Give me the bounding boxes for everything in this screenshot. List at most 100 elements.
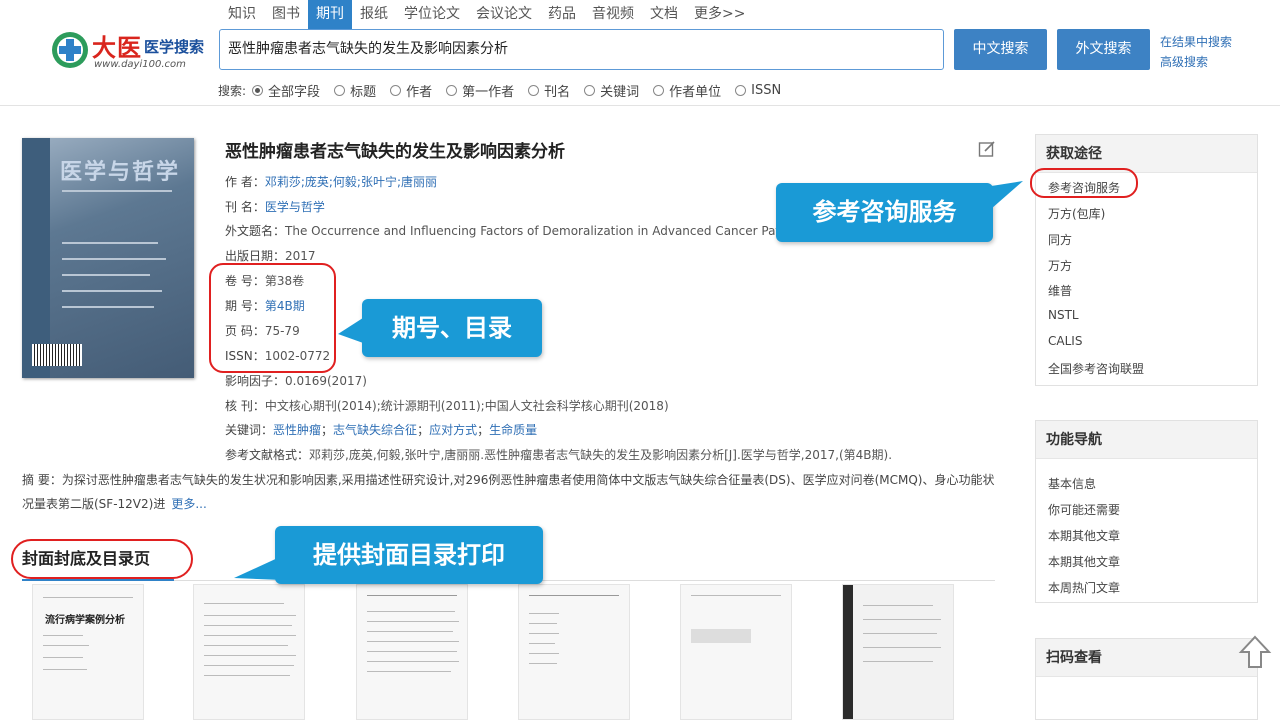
journal-link[interactable]: 医学与哲学 — [265, 200, 325, 214]
toc-page-thumbnail[interactable] — [518, 584, 630, 720]
access-item[interactable]: 全国参考咨询联盟 — [1048, 360, 1144, 377]
tab-conference[interactable]: 会议论文 — [468, 0, 540, 29]
tab-documents[interactable]: 文档 — [642, 0, 686, 29]
tab-newspapers[interactable]: 报纸 — [352, 0, 396, 29]
access-item[interactable]: 维普 — [1048, 282, 1072, 299]
radio-icon — [528, 84, 540, 96]
abstract: 摘 要：为探讨恶性肿瘤患者志气缺失的发生状况和影响因素,采用描述性研究设计,对2… — [22, 473, 995, 511]
tab-books[interactable]: 图书 — [264, 0, 308, 29]
filter-title[interactable]: 标题 — [334, 81, 376, 100]
access-item[interactable]: 同方 — [1048, 231, 1072, 248]
foreign-search-button[interactable]: 外文搜索 — [1057, 29, 1150, 70]
cover-rule — [62, 290, 162, 292]
filter-first-author[interactable]: 第一作者 — [446, 81, 514, 100]
logo-brand: 大医 — [92, 34, 142, 62]
highlight-ring — [1030, 168, 1138, 198]
logo[interactable]: 大医 医学搜索 www.dayi100.com — [50, 26, 215, 74]
toc-page-thumbnail[interactable] — [193, 584, 305, 720]
radio-icon — [446, 84, 458, 96]
tab-drugs[interactable]: 药品 — [540, 0, 584, 29]
logo-url: www.dayi100.com — [94, 59, 186, 70]
impact-row: 影响因子：0.0169(2017) — [225, 374, 367, 388]
authors-row: 作 者：邓莉莎;庞英;何毅;张叶宁;唐丽丽 — [225, 175, 438, 189]
cover-spine — [22, 138, 50, 378]
filters-label: 搜索: — [218, 83, 247, 98]
function-nav-title: 功能导航 — [1036, 421, 1257, 459]
search-input[interactable]: 恶性肿瘤患者志气缺失的发生及影响因素分析 — [219, 29, 944, 70]
highlight-ring — [11, 539, 193, 579]
radio-icon — [334, 84, 346, 96]
back-to-top-icon[interactable] — [1238, 634, 1272, 670]
function-nav-item[interactable]: 本期其他文章 — [1048, 553, 1120, 570]
article-title: 恶性肿瘤患者志气缺失的发生及影响因素分析 — [225, 142, 565, 162]
access-item[interactable]: 万方(包库) — [1048, 205, 1105, 222]
journal-row: 刊 名：医学与哲学 — [225, 200, 325, 214]
filter-keyword[interactable]: 关键词 — [584, 81, 639, 100]
cover-rule — [62, 258, 166, 260]
nav-tabs: 知识 图书 期刊 报纸 学位论文 会议论文 药品 音视频 文档 更多>> — [220, 0, 753, 29]
function-nav-item[interactable]: 你可能还需要 — [1048, 501, 1120, 518]
section-underline — [22, 579, 174, 581]
citation-row: 参考文献格式：邓莉莎,庞英,何毅,张叶宁,唐丽丽.恶性肿瘤患者志气缺失的发生及影… — [225, 448, 893, 462]
radio-selected-icon — [252, 84, 264, 96]
access-item[interactable]: CALIS — [1048, 334, 1082, 348]
tab-theses[interactable]: 学位论文 — [396, 0, 468, 29]
qr-panel-title: 扫码查看 — [1036, 639, 1257, 677]
cover-rule — [62, 242, 158, 244]
journal-cover[interactable]: 医学与哲学 — [22, 138, 194, 378]
callout-pointer — [985, 181, 1023, 209]
search-field-filters: 搜索: 全部字段 标题 作者 第一作者 刊名 关键词 作者单位 ISSN — [218, 81, 795, 100]
filter-journal[interactable]: 刊名 — [528, 81, 570, 100]
function-nav-item[interactable]: 本周热门文章 — [1048, 579, 1120, 596]
abstract-more-link[interactable]: 更多... — [171, 497, 206, 511]
barcode-icon — [32, 344, 82, 366]
callout-pointer — [338, 316, 366, 344]
radio-icon — [584, 84, 596, 96]
top-bar: 大医 医学搜索 www.dayi100.com 知识 图书 期刊 报纸 学位论文… — [0, 0, 1280, 106]
radio-icon — [390, 84, 402, 96]
function-nav-panel: 功能导航 基本信息 你可能还需要 本期其他文章 本期其他文章 本周热门文章 — [1035, 420, 1258, 603]
tab-knowledge[interactable]: 知识 — [220, 0, 264, 29]
logo-sub: 医学搜索 — [144, 38, 205, 56]
toc-page-thumbnail[interactable] — [356, 584, 468, 720]
cover-title: 医学与哲学 — [60, 160, 181, 185]
tab-media[interactable]: 音视频 — [584, 0, 642, 29]
logo-cross-icon — [52, 32, 88, 68]
toc-page-thumbnail[interactable]: 流行病学案例分析 — [32, 584, 144, 720]
toc-page-thumbnail[interactable] — [842, 584, 954, 720]
keyword-link[interactable]: 恶性肿瘤 — [273, 423, 321, 437]
keywords-row: 关键词：恶性肿瘤；志气缺失综合征；应对方式；生命质量 — [225, 423, 538, 437]
function-nav-item[interactable]: 基本信息 — [1048, 475, 1096, 492]
filter-author[interactable]: 作者 — [390, 81, 432, 100]
cover-rule — [62, 306, 154, 308]
cover-rule — [62, 190, 172, 192]
callout-reference-service: 参考咨询服务 — [776, 183, 993, 242]
chinese-search-button[interactable]: 中文搜索 — [954, 29, 1047, 70]
highlight-ring — [209, 263, 336, 373]
callout-print-toc: 提供封面目录打印 — [275, 526, 543, 584]
qr-panel: 扫码查看 — [1035, 638, 1258, 720]
keyword-link[interactable]: 生命质量 — [489, 423, 537, 437]
tab-more[interactable]: 更多>> — [686, 0, 753, 29]
toc-page-thumbnail[interactable] — [680, 584, 792, 720]
authors-link[interactable]: 邓莉莎;庞英;何毅;张叶宁;唐丽丽 — [265, 175, 437, 189]
core-journal-row: 核 刊：中文核心期刊(2014);统计源期刊(2011);中国人文社会科学核心期… — [225, 399, 669, 413]
cover-rule — [62, 274, 150, 276]
filter-all-fields[interactable]: 全部字段 — [252, 81, 320, 100]
keyword-link[interactable]: 志气缺失综合征 — [333, 423, 417, 437]
keyword-link[interactable]: 应对方式 — [429, 423, 477, 437]
radio-icon — [735, 84, 747, 96]
function-nav-item[interactable]: 本期其他文章 — [1048, 527, 1120, 544]
date-row: 出版日期：2017 — [225, 249, 316, 263]
access-item[interactable]: NSTL — [1048, 308, 1079, 322]
radio-icon — [653, 84, 665, 96]
foreign-title-row: 外文题名：The Occurrence and Influencing Fact… — [225, 224, 780, 238]
search-in-results-link[interactable]: 在结果中搜索 — [1160, 33, 1232, 50]
edit-icon[interactable] — [978, 140, 996, 158]
callout-issue-toc: 期号、目录 — [362, 299, 542, 357]
tab-journals[interactable]: 期刊 — [308, 0, 352, 29]
filter-affiliation[interactable]: 作者单位 — [653, 81, 721, 100]
filter-issn[interactable]: ISSN — [735, 83, 781, 98]
access-item[interactable]: 万方 — [1048, 257, 1072, 274]
advanced-search-link[interactable]: 高级搜索 — [1160, 53, 1208, 70]
